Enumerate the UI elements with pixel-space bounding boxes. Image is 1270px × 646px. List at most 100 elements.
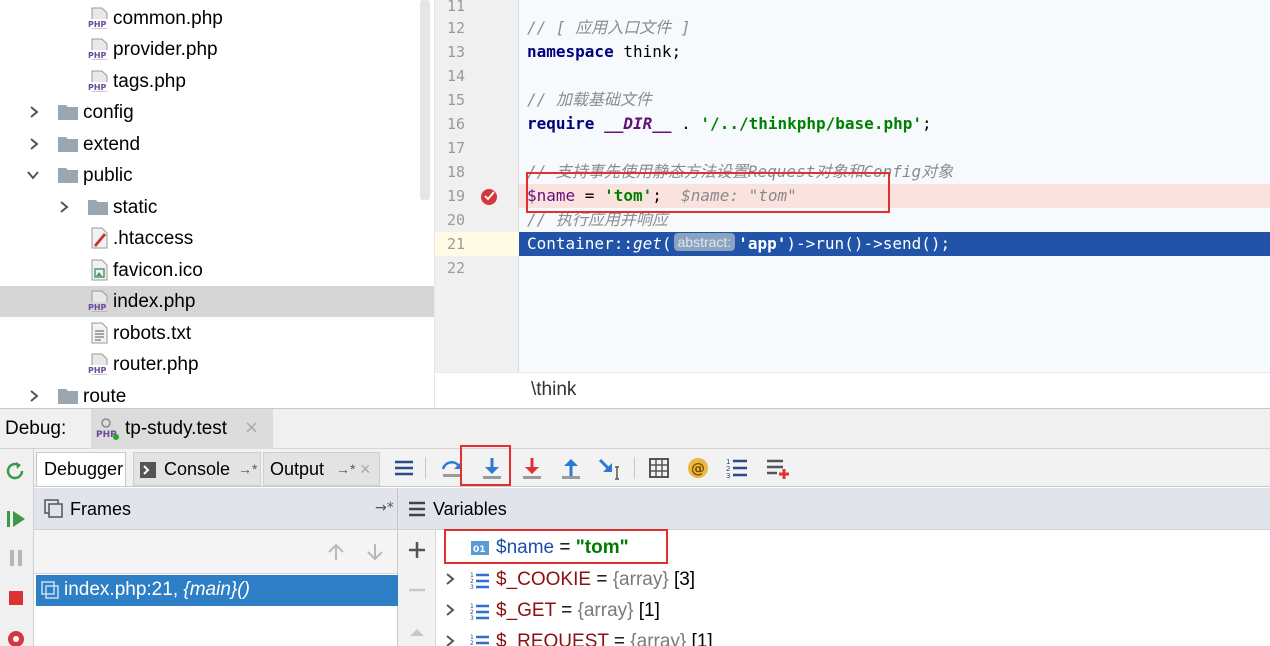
- frame-icon: [41, 581, 59, 599]
- remove-icon[interactable]: [407, 580, 427, 600]
- code-plain: ::: [613, 234, 633, 253]
- tree-item-common-php[interactable]: PHP common.php: [0, 3, 434, 34]
- variable-equals: =: [591, 569, 613, 590]
- tree-item-router-php[interactable]: PHP router.php: [0, 349, 434, 380]
- tab-debugger[interactable]: Debugger: [36, 452, 126, 486]
- tree-item-static[interactable]: static: [0, 192, 434, 223]
- array-variable-icon: 123: [470, 603, 489, 621]
- code-string: 'app': [738, 234, 787, 253]
- evaluate-expression-icon[interactable]: [645, 454, 673, 482]
- chevron-right-icon[interactable]: [444, 573, 456, 585]
- svg-text:@: @: [691, 461, 705, 477]
- line-number: 18: [446, 163, 465, 181]
- tree-item-label: route: [83, 386, 127, 407]
- mute-breakpoints-icon[interactable]: @: [684, 454, 712, 482]
- tree-item-htaccess[interactable]: .htaccess: [0, 223, 434, 254]
- tree-item-label: provider.php: [113, 39, 218, 60]
- variable-count: [1]: [633, 600, 660, 621]
- chevron-right-icon[interactable]: [28, 106, 40, 118]
- show-execution-point-icon[interactable]: [390, 454, 418, 482]
- chevron-right-icon[interactable]: [28, 390, 40, 402]
- add-icon[interactable]: [407, 540, 427, 560]
- chevron-right-icon[interactable]: [444, 635, 456, 646]
- php-debug-session-icon: PHP: [96, 418, 120, 440]
- move-up-icon[interactable]: [407, 622, 427, 642]
- force-step-into-icon[interactable]: [518, 454, 546, 482]
- tab-output[interactable]: Output →* ×: [263, 452, 380, 486]
- line-number: 13: [446, 43, 465, 61]
- variable-type: {array}: [577, 600, 634, 621]
- code-plain: )->run()->send();: [786, 234, 951, 253]
- variable-type: {array}: [630, 631, 687, 646]
- pause-icon[interactable]: [4, 546, 28, 570]
- tab-console[interactable]: Console →*: [133, 452, 261, 486]
- array-variable-icon: 123: [470, 634, 489, 646]
- chevron-right-icon[interactable]: [58, 201, 70, 213]
- close-icon[interactable]: ×: [244, 417, 259, 438]
- variable-row[interactable]: 123 $_REQUEST = {array} [1]: [436, 626, 1270, 646]
- tree-item-robots-txt[interactable]: robots.txt: [0, 318, 434, 349]
- view-variables-icon[interactable]: 123: [723, 454, 751, 482]
- tree-item-provider-php[interactable]: PHP provider.php: [0, 34, 434, 65]
- chevron-right-icon[interactable]: [28, 138, 40, 150]
- code-line-execution-point: 21 Container::get(abstract:'app')->run()…: [435, 232, 1270, 256]
- svg-text:3: 3: [470, 584, 474, 590]
- tree-item-config[interactable]: config: [0, 97, 434, 128]
- code-class: Container: [527, 234, 614, 253]
- code-line: 16 require __DIR__ . '/../thinkphp/base.…: [435, 112, 1270, 136]
- tree-scrollbar[interactable]: [420, 0, 430, 200]
- variable-name: $_COOKIE: [496, 569, 592, 590]
- line-number: 15: [446, 91, 465, 109]
- pin-icon[interactable]: →*: [336, 453, 355, 485]
- code-magic-constant: __DIR__: [604, 114, 672, 133]
- run-to-cursor-icon[interactable]: [596, 454, 624, 482]
- breakpoint-icon[interactable]: [479, 186, 499, 206]
- tree-item-tags-php[interactable]: PHP tags.php: [0, 66, 434, 97]
- code-keyword: namespace: [527, 42, 614, 61]
- variables-panel: Variables 01 $name = "tom" 123 $_COOKIE …: [398, 488, 1270, 646]
- parameter-hint: abstract:: [673, 233, 736, 251]
- rerun-icon[interactable]: [4, 459, 28, 483]
- debug-side-toolbar: [0, 449, 34, 646]
- pin-icon[interactable]: →*: [238, 453, 257, 485]
- view-breakpoints-icon[interactable]: [4, 625, 28, 646]
- tree-item-index-php[interactable]: PHP index.php: [0, 286, 434, 317]
- tree-item-label: router.php: [113, 354, 199, 375]
- arrow-down-icon[interactable]: [365, 542, 385, 562]
- resume-icon[interactable]: [4, 507, 28, 531]
- variable-row[interactable]: 123 $_GET = {array} [1]: [436, 595, 1270, 626]
- frame-function: {main}(): [183, 579, 250, 600]
- variable-name: $_GET: [496, 600, 556, 621]
- breadcrumb[interactable]: \think: [531, 379, 576, 401]
- variable-row[interactable]: 123 $_COOKIE = {array} [3]: [436, 564, 1270, 595]
- tree-item-extend[interactable]: extend: [0, 129, 434, 160]
- code-plain: ;: [921, 114, 932, 133]
- tree-item-favicon[interactable]: favicon.ico: [0, 255, 434, 286]
- code-plain: think;: [613, 42, 682, 61]
- array-variable-icon: 123: [470, 572, 489, 590]
- line-number: 19: [446, 187, 465, 205]
- breakpoint-highlight-box: [526, 172, 890, 213]
- tree-item-public[interactable]: public: [0, 160, 434, 191]
- debug-session-tab[interactable]: PHP tp-study.test ×: [91, 409, 273, 449]
- add-watch-icon[interactable]: [763, 454, 791, 482]
- code-text: namespace think;: [527, 40, 681, 64]
- close-icon[interactable]: ×: [360, 453, 371, 485]
- tree-item-route[interactable]: route: [0, 381, 434, 408]
- editor-breadcrumb-bar: \think: [435, 372, 1270, 408]
- tree-item-label: tags.php: [113, 71, 186, 92]
- arrow-up-icon[interactable]: [326, 542, 346, 562]
- debugger-toolbar: Debugger Console →* Output →* × @ 123: [34, 449, 1270, 487]
- pin-icon[interactable]: →*: [375, 500, 394, 516]
- toolbar-separator: [425, 457, 426, 479]
- toolbar-separator: [634, 457, 635, 479]
- chevron-down-icon[interactable]: [27, 169, 39, 181]
- tab-label: Console: [164, 459, 231, 479]
- code-line: 12 // [ 应用入口文件 ]: [435, 16, 1270, 40]
- frame-item-selected[interactable]: index.php:21, {main}(): [36, 575, 398, 606]
- code-keyword: require: [527, 114, 595, 133]
- chevron-right-icon[interactable]: [444, 604, 456, 616]
- tree-item-label: config: [83, 102, 134, 123]
- step-out-icon[interactable]: [557, 454, 585, 482]
- stop-icon[interactable]: [4, 586, 28, 610]
